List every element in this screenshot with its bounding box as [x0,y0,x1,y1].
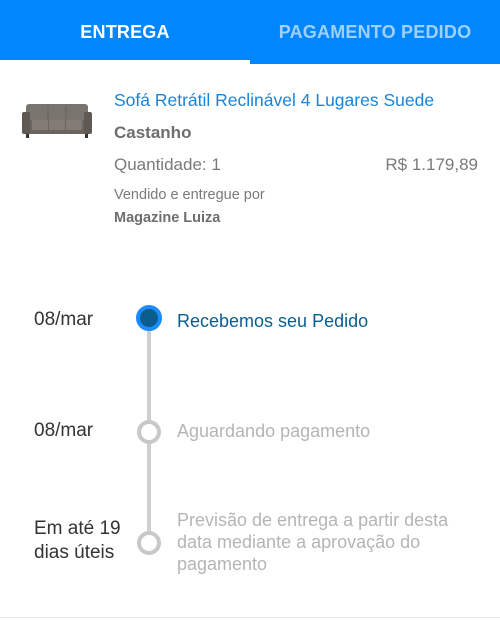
timeline-date: 08/mar [34,309,94,330]
timeline-status: Aguardando pagamento [177,421,371,441]
timeline-dot [137,420,161,444]
product-quantity: Quantidade: 1 [114,155,221,174]
tab-bar: ENTREGA PAGAMENTO PEDIDO [0,0,500,64]
product-variant: Castanho [114,123,192,142]
product-price: R$ 1.179,89 [385,155,478,174]
tab-entrega[interactable]: ENTREGA [0,0,250,64]
delivery-timeline: 08/mar Recebemos seu Pedido 08/mar Aguar… [0,250,500,620]
product-title[interactable]: Sofá Retrátil Reclinável 4 Lugares Suede [114,90,434,111]
seller-name: Magazine Luiza [114,210,221,226]
product-card: Sofá Retrátil Reclinável 4 Lugares Suede… [0,64,500,251]
tab-pagamento-pedido[interactable]: PAGAMENTO PEDIDO [250,0,500,64]
timeline-status: Previsão de entrega a partir desta data … [177,510,449,574]
timeline-status: Recebemos seu Pedido [177,311,369,331]
sold-by-label: Vendido e entregue por [114,187,265,203]
timeline-date: Em até 19 dias úteis [34,518,121,563]
sofa-thumbnail [22,104,92,138]
timeline-date: 08/mar [34,420,94,441]
timeline-dot [137,531,161,555]
timeline-dot-active [136,305,162,331]
divider [0,617,500,618]
